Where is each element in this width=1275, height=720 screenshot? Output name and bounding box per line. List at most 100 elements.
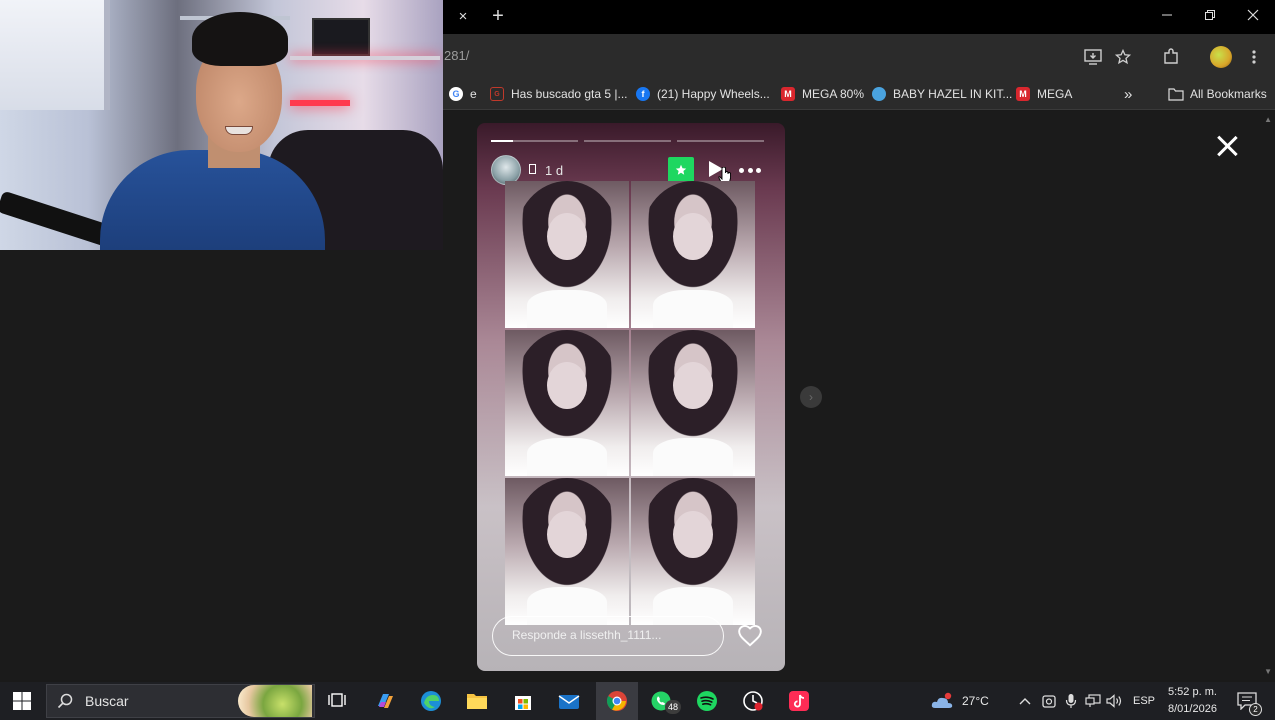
- bookmark-item[interactable]: f (21) Happy Wheels...: [636, 84, 770, 104]
- app-tray-icon: [1042, 695, 1056, 708]
- edge-button[interactable]: [418, 688, 444, 714]
- collage-photo: [631, 181, 755, 328]
- bookmark-label: BABY HAZEL IN KIT...: [893, 87, 1013, 101]
- search-highlight-image: [238, 685, 312, 717]
- extensions-button[interactable]: [1160, 46, 1182, 68]
- more-bookmarks-button[interactable]: »: [1124, 84, 1132, 104]
- chrome-menu-button[interactable]: [1243, 46, 1265, 68]
- restore-button[interactable]: [1195, 4, 1225, 28]
- bookmark-item[interactable]: G Has buscado gta 5 |...: [490, 84, 628, 104]
- bookmark-item[interactable]: G e: [449, 84, 477, 104]
- bookmark-label: e: [470, 87, 477, 101]
- mega-icon: M: [781, 87, 795, 101]
- minimize-button[interactable]: [1152, 4, 1182, 28]
- notification-count-badge: 2: [1249, 703, 1262, 716]
- facebook-icon: f: [636, 87, 650, 101]
- all-bookmarks-button[interactable]: All Bookmarks: [1168, 84, 1267, 104]
- star-icon: [675, 164, 687, 175]
- windows-taskbar: Buscar 48 27°C ESP 5:52 p. m. 8/01/2026 …: [0, 682, 1275, 720]
- windows-logo-icon: [13, 692, 31, 710]
- bookmark-item[interactable]: M MEGA 80%: [781, 84, 864, 104]
- google-icon: G: [449, 87, 463, 101]
- chrome-icon: [606, 691, 627, 711]
- tiktok-icon: [789, 691, 809, 711]
- file-explorer-button[interactable]: [464, 688, 490, 714]
- webcam-monitor: [312, 18, 370, 56]
- star-outline-icon: [1115, 49, 1131, 65]
- weather-button[interactable]: [930, 688, 956, 714]
- address-bar[interactable]: 281/: [444, 48, 469, 63]
- tiktok-button[interactable]: [786, 688, 812, 714]
- next-story-button[interactable]: ›: [800, 386, 822, 408]
- store-button[interactable]: [510, 688, 536, 714]
- chevron-right-icon: ›: [809, 390, 813, 404]
- search-label: Buscar: [85, 693, 129, 709]
- bookmark-item[interactable]: BABY HAZEL IN KIT...: [872, 84, 1012, 104]
- close-story-button[interactable]: [1212, 131, 1242, 161]
- folder-icon: [1168, 88, 1184, 101]
- speaker-icon: [1106, 694, 1122, 708]
- page-scrollbar[interactable]: ▲ ▼: [1261, 111, 1275, 680]
- notifications-button[interactable]: 2: [1234, 688, 1262, 716]
- webcam-person-hair: [192, 12, 288, 66]
- task-view-icon: [328, 693, 346, 707]
- install-app-icon: [1084, 49, 1102, 65]
- tab-close-button[interactable]: ×: [452, 6, 474, 28]
- scroll-down-icon[interactable]: ▼: [1264, 667, 1272, 676]
- collage-photo: [631, 478, 755, 625]
- profile-avatar[interactable]: [1210, 46, 1232, 68]
- recorder-icon: [743, 691, 763, 711]
- taskbar-search[interactable]: Buscar: [46, 684, 315, 718]
- clock-time[interactable]: 5:52 p. m.: [1168, 686, 1217, 698]
- bookmark-label: MEGA 80%: [802, 87, 865, 101]
- start-button[interactable]: [9, 688, 35, 714]
- story-reply-input[interactable]: Responde a lissethh_1111...: [492, 616, 724, 656]
- site-icon: G: [490, 87, 504, 101]
- story-options-button[interactable]: [739, 162, 761, 178]
- heart-icon[interactable]: [737, 623, 763, 649]
- task-view-button[interactable]: [324, 688, 350, 714]
- spotify-button[interactable]: [694, 688, 720, 714]
- scroll-up-icon[interactable]: ▲: [1264, 115, 1272, 124]
- copilot-icon: [378, 694, 393, 708]
- all-bookmarks-label: All Bookmarks: [1190, 87, 1267, 101]
- collage-photo: [505, 181, 629, 328]
- site-icon: [872, 87, 886, 101]
- close-window-button[interactable]: [1238, 4, 1268, 28]
- chrome-taskbar-button[interactable]: [604, 688, 630, 714]
- tray-overflow-button[interactable]: [1012, 688, 1038, 714]
- mail-icon: [558, 695, 580, 709]
- clock-date[interactable]: 8/01/2026: [1168, 703, 1217, 715]
- story-photo-collage: [505, 181, 755, 625]
- story-viewer[interactable]: 1 d Responde a lissethh_1111...: [477, 123, 785, 671]
- puzzle-icon: [1164, 48, 1178, 64]
- dot: [747, 167, 753, 173]
- collage-photo: [505, 478, 629, 625]
- webcam-led-strip: [290, 100, 350, 106]
- folder-icon: [467, 694, 487, 709]
- privacy-icon: [529, 164, 536, 174]
- microphone-icon: [1065, 694, 1077, 708]
- new-tab-button[interactable]: +: [486, 4, 510, 28]
- weather-cloud-icon: [931, 692, 953, 708]
- bookmark-label: (21) Happy Wheels...: [657, 87, 770, 101]
- screen-recorder-button[interactable]: [740, 688, 766, 714]
- close-friends-badge: [668, 157, 694, 183]
- install-app-button[interactable]: [1082, 46, 1104, 68]
- webcam-person-mouth: [225, 126, 253, 135]
- weather-temperature[interactable]: 27°C: [962, 694, 989, 708]
- bookmark-star-button[interactable]: [1112, 46, 1134, 68]
- copilot-button[interactable]: [372, 688, 398, 714]
- volume-button[interactable]: [1102, 688, 1128, 714]
- dot: [756, 167, 761, 173]
- mail-button[interactable]: [556, 688, 582, 714]
- store-icon: [515, 696, 531, 710]
- webcam-desk: [290, 56, 440, 60]
- bookmark-item[interactable]: M MEGA: [1016, 84, 1072, 104]
- edge-icon: [421, 691, 441, 711]
- input-language[interactable]: ESP: [1133, 695, 1155, 707]
- bookmark-label: MEGA: [1037, 87, 1073, 101]
- minimize-icon: [1162, 14, 1172, 16]
- webcam-overlay: [0, 0, 443, 250]
- chevron-up-icon: [1019, 698, 1031, 705]
